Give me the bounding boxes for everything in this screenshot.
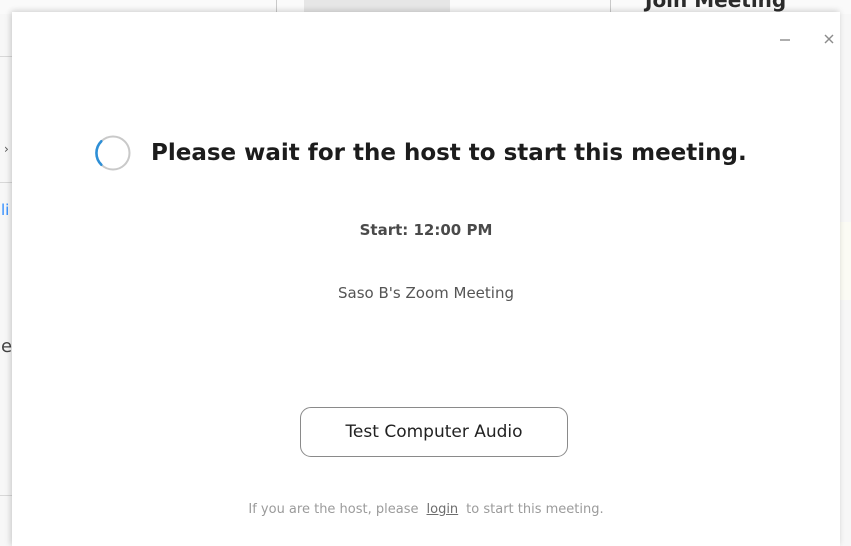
background-text-fragment: e bbox=[1, 336, 13, 357]
background-rule bbox=[0, 182, 12, 183]
host-login-hint: If you are the host, please login to start… bbox=[12, 502, 840, 517]
close-icon bbox=[824, 34, 834, 44]
background-link-fragment: li bbox=[1, 201, 10, 219]
minimize-icon bbox=[780, 39, 790, 41]
test-computer-audio-button[interactable]: Test Computer Audio bbox=[300, 407, 568, 457]
status-title: Please wait for the host to start this m… bbox=[151, 140, 747, 166]
host-hint-suffix: to start this meeting. bbox=[466, 502, 604, 517]
waiting-for-host-dialog: Please wait for the host to start this m… bbox=[12, 12, 840, 546]
background-heading: Join Meeting bbox=[645, 0, 787, 12]
loading-spinner-icon bbox=[95, 135, 131, 171]
screen: Join Meeting › li e Please wait for the … bbox=[0, 0, 851, 546]
login-link[interactable]: login bbox=[427, 502, 459, 517]
background-rule bbox=[0, 56, 12, 57]
status-header: Please wait for the host to start this m… bbox=[94, 133, 814, 173]
meeting-name: Saso B's Zoom Meeting bbox=[338, 284, 514, 302]
background-rule bbox=[0, 495, 12, 496]
close-button[interactable] bbox=[818, 28, 840, 50]
minimize-button[interactable] bbox=[774, 28, 796, 50]
host-hint-prefix: If you are the host, please bbox=[248, 502, 419, 517]
meeting-start-time: Start: 12:00 PM bbox=[359, 221, 493, 239]
background-chevron-icon: › bbox=[4, 142, 9, 156]
